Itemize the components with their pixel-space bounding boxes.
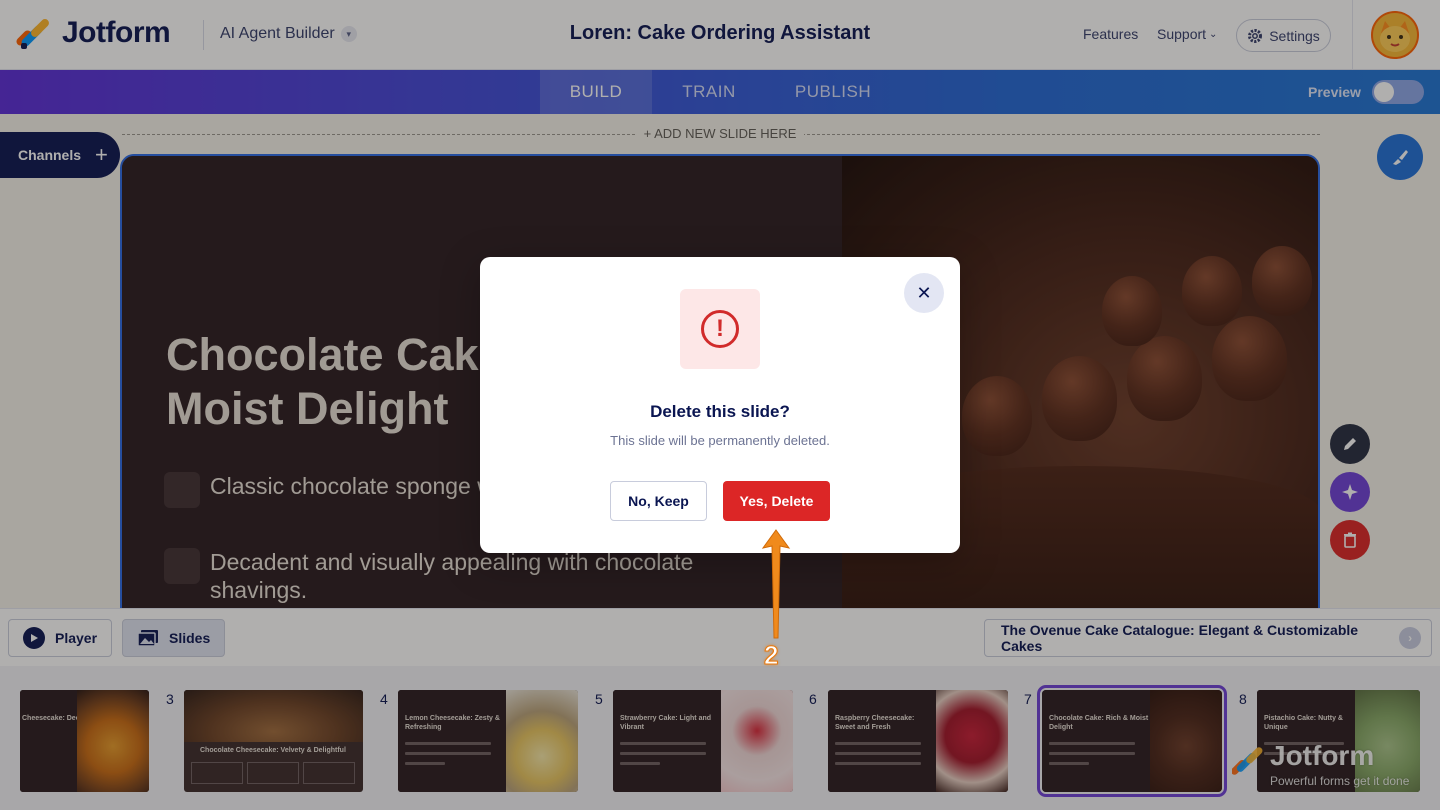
keep-button[interactable]: No, Keep — [610, 481, 707, 521]
close-icon: ✕ — [916, 282, 932, 303]
close-button[interactable]: ✕ — [904, 273, 944, 313]
dialog-title: Delete this slide? — [650, 402, 790, 421]
delete-slide-dialog: ✕ ! Delete this slide? This slide will b… — [480, 257, 960, 553]
confirm-delete-button[interactable]: Yes, Delete — [723, 481, 830, 521]
dialog-subtitle: This slide will be permanently deleted. — [610, 433, 830, 448]
warning-badge: ! — [680, 289, 760, 369]
alert-icon: ! — [701, 310, 739, 348]
annotation-step-number: 2 — [763, 640, 779, 671]
